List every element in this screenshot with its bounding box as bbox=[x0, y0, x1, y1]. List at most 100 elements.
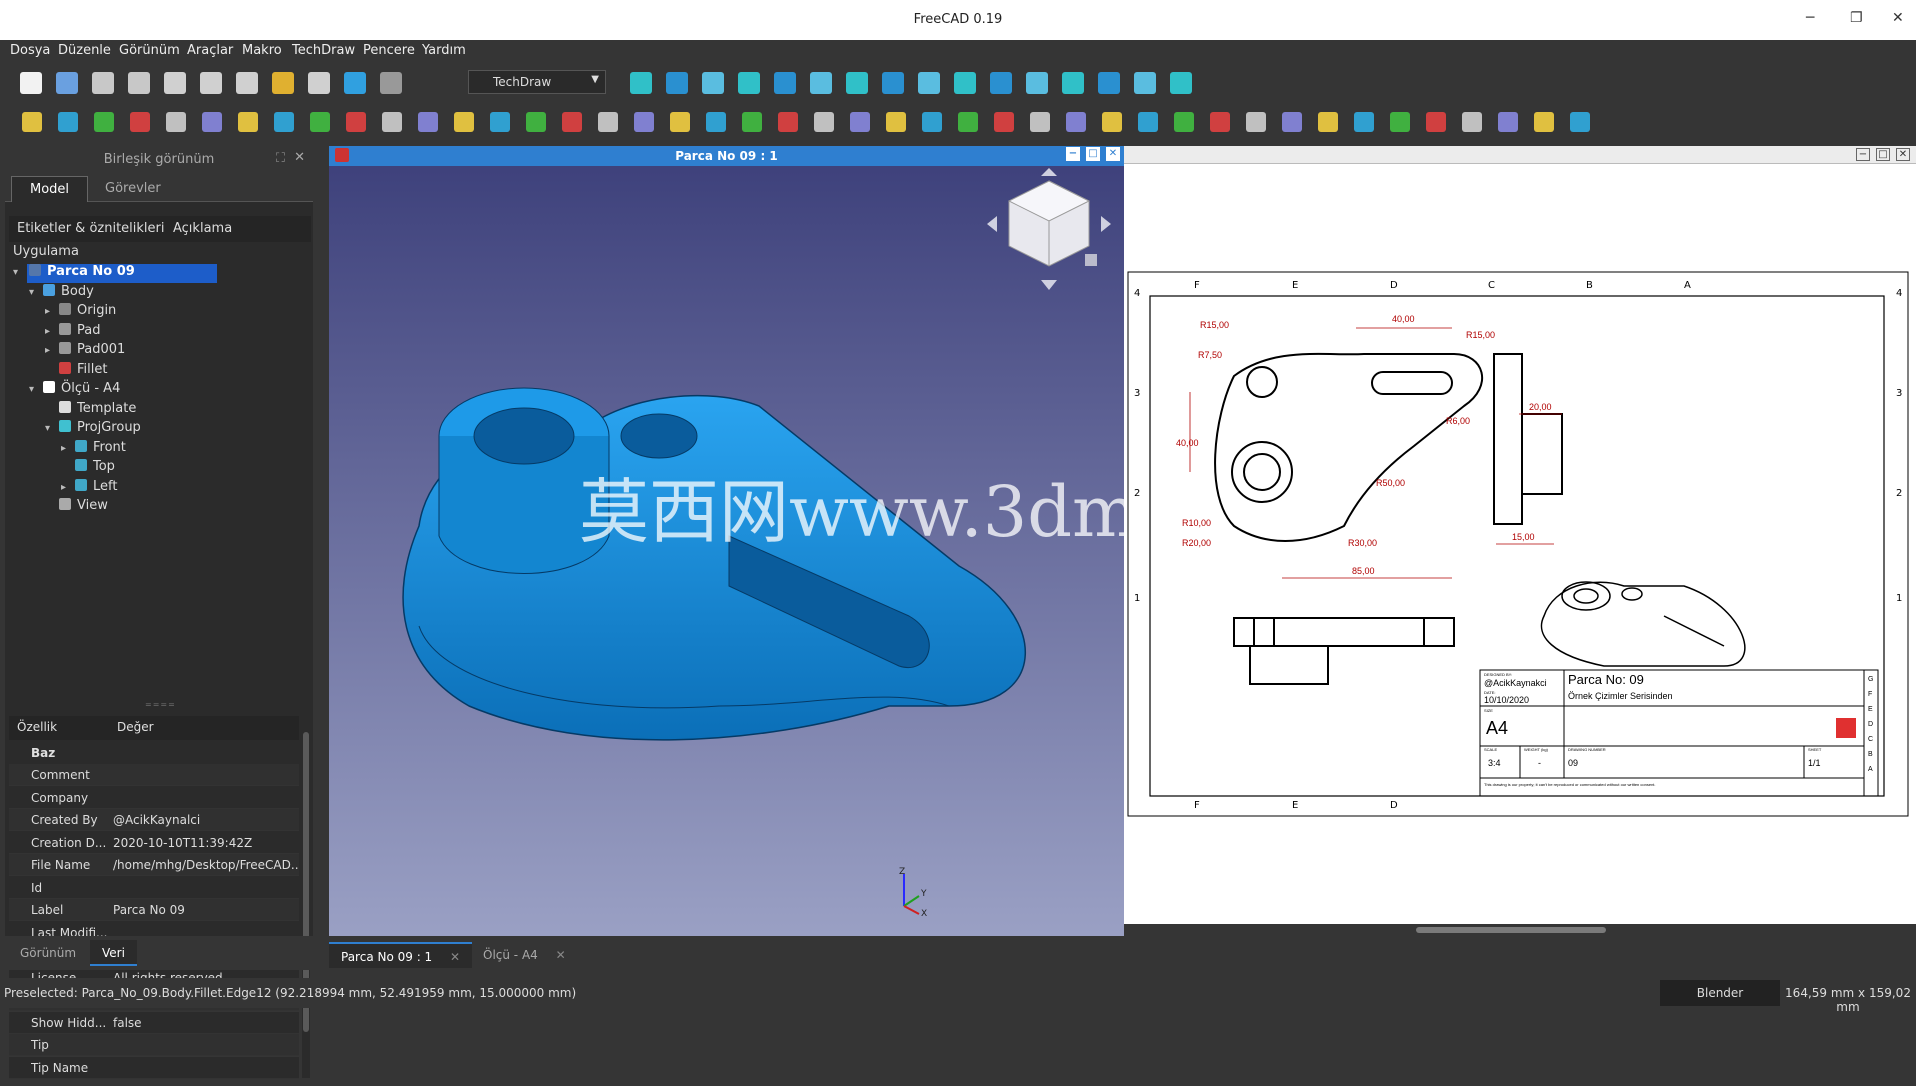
subwindow-maximize-icon[interactable]: □ bbox=[1086, 147, 1100, 161]
property-col-value[interactable]: Değer bbox=[117, 720, 154, 734]
techdraw-tool-7-icon[interactable] bbox=[238, 112, 258, 132]
tree-item[interactable]: Ölçü - A4 bbox=[43, 381, 120, 400]
property-group[interactable]: Baz bbox=[9, 742, 299, 764]
menu-yardim[interactable]: Yardım bbox=[422, 43, 466, 58]
techdraw-tool-43-icon[interactable] bbox=[1534, 112, 1554, 132]
close-icon[interactable]: ✕ bbox=[450, 950, 460, 964]
tree-expander-icon[interactable]: ▸ bbox=[61, 482, 66, 493]
tree-item[interactable]: Pad bbox=[59, 322, 100, 342]
property-row[interactable]: Show Hidd... false bbox=[9, 1011, 299, 1034]
subwindow-minimize-icon[interactable]: − bbox=[1066, 147, 1080, 161]
tab-model[interactable]: Model bbox=[11, 176, 89, 202]
techdraw-tool-44-icon[interactable] bbox=[1570, 112, 1590, 132]
fit-selection-icon[interactable] bbox=[666, 72, 688, 94]
tree-expander-icon[interactable]: ▸ bbox=[45, 306, 50, 317]
navigation-style-button[interactable]: Blender bbox=[1660, 980, 1780, 1006]
tree-item[interactable]: Top bbox=[75, 459, 115, 478]
property-row[interactable]: Tip Name bbox=[9, 1056, 299, 1079]
techdraw-tool-15-icon[interactable] bbox=[526, 112, 546, 132]
techdraw-tool-35-icon[interactable] bbox=[1246, 112, 1266, 132]
page-hscrollbar[interactable] bbox=[1124, 924, 1916, 936]
tree-expander-icon[interactable]: ▾ bbox=[29, 384, 34, 395]
print-icon[interactable] bbox=[128, 72, 150, 94]
property-value[interactable]: 2020-10-10T11:39:42Z bbox=[113, 836, 299, 850]
splitter-handle[interactable]: ==== bbox=[145, 700, 176, 709]
techdraw-tool-11-icon[interactable] bbox=[382, 112, 402, 132]
property-value[interactable]: false bbox=[113, 1016, 299, 1030]
bounding-box-icon[interactable] bbox=[738, 72, 760, 94]
techdraw-tool-2-icon[interactable] bbox=[58, 112, 78, 132]
property-row[interactable]: Tip bbox=[9, 1034, 299, 1056]
menu-gorunum[interactable]: Görünüm bbox=[119, 43, 180, 58]
property-row[interactable]: Comment bbox=[9, 764, 299, 786]
tree-item[interactable]: View bbox=[59, 498, 108, 517]
techdraw-tool-6-icon[interactable] bbox=[202, 112, 222, 132]
tab-gorevler[interactable]: Görevler bbox=[87, 176, 179, 202]
tab-gorunum[interactable]: Görünüm bbox=[8, 940, 88, 966]
techdraw-tool-22-icon[interactable] bbox=[778, 112, 798, 132]
tree-item[interactable]: Body bbox=[43, 283, 94, 303]
tree-expander-icon[interactable]: ▸ bbox=[45, 345, 50, 356]
bottom-icon[interactable] bbox=[1098, 72, 1120, 94]
techdraw-tool-34-icon[interactable] bbox=[1210, 112, 1230, 132]
property-value[interactable]: /home/mhg/Desktop/FreeCAD... bbox=[113, 858, 299, 872]
techdraw-tool-27-icon[interactable] bbox=[958, 112, 978, 132]
techdraw-tool-25-icon[interactable] bbox=[886, 112, 906, 132]
techdraw-tool-10-icon[interactable] bbox=[346, 112, 366, 132]
tree-item[interactable]: Parca No 09 bbox=[27, 264, 217, 283]
techdraw-tool-36-icon[interactable] bbox=[1282, 112, 1302, 132]
techdraw-tool-21-icon[interactable] bbox=[742, 112, 762, 132]
techdraw-tool-26-icon[interactable] bbox=[922, 112, 942, 132]
tree-item[interactable]: Front bbox=[75, 439, 126, 459]
redo-icon[interactable] bbox=[308, 72, 330, 94]
techdraw-tool-9-icon[interactable] bbox=[310, 112, 330, 132]
hscroll-thumb[interactable] bbox=[1416, 927, 1606, 933]
undo-icon[interactable] bbox=[272, 72, 294, 94]
close-button[interactable]: ✕ bbox=[1892, 10, 1904, 26]
techdraw-tool-23-icon[interactable] bbox=[814, 112, 834, 132]
whats-this-icon[interactable] bbox=[380, 72, 402, 94]
minimize-button[interactable]: ─ bbox=[1806, 10, 1814, 26]
techdraw-tool-42-icon[interactable] bbox=[1498, 112, 1518, 132]
copy-icon[interactable] bbox=[200, 72, 222, 94]
measure-icon[interactable] bbox=[1170, 72, 1192, 94]
techdraw-tool-24-icon[interactable] bbox=[850, 112, 870, 132]
new-file-icon[interactable] bbox=[20, 72, 42, 94]
techdraw-tool-41-icon[interactable] bbox=[1462, 112, 1482, 132]
right-icon[interactable] bbox=[1026, 72, 1048, 94]
workbench-selector[interactable]: TechDraw ▼ bbox=[468, 70, 606, 94]
doc-tab-parca[interactable]: Parca No 09 : 1 ✕ bbox=[329, 942, 473, 968]
techdraw-tool-12-icon[interactable] bbox=[418, 112, 438, 132]
techdraw-tool-16-icon[interactable] bbox=[562, 112, 582, 132]
tree-expander-icon[interactable]: ▾ bbox=[13, 267, 18, 278]
doc-tab-olcu[interactable]: Ölçü - A4 ✕ bbox=[471, 942, 578, 968]
techdraw-tool-32-icon[interactable] bbox=[1138, 112, 1158, 132]
menu-dosya[interactable]: Dosya bbox=[10, 43, 50, 58]
techdraw-tool-5-icon[interactable] bbox=[166, 112, 186, 132]
close-icon[interactable]: ✕ bbox=[294, 150, 305, 165]
tree-item[interactable]: Pad001 bbox=[59, 342, 125, 361]
property-row[interactable]: Id bbox=[9, 876, 299, 899]
tree-item[interactable]: ProjGroup bbox=[59, 420, 141, 439]
tree-expander-icon[interactable]: ▸ bbox=[45, 326, 50, 337]
draw-style-icon[interactable] bbox=[702, 72, 724, 94]
techdraw-tool-19-icon[interactable] bbox=[670, 112, 690, 132]
techdraw-tool-18-icon[interactable] bbox=[634, 112, 654, 132]
tree-expander-icon[interactable]: ▾ bbox=[45, 423, 50, 434]
cut-icon[interactable] bbox=[164, 72, 186, 94]
tree-item[interactable]: Origin bbox=[59, 303, 116, 322]
menu-araclar[interactable]: Araçlar bbox=[187, 43, 233, 58]
techdraw-tool-30-icon[interactable] bbox=[1066, 112, 1086, 132]
techdraw-tool-17-icon[interactable] bbox=[598, 112, 618, 132]
open-file-icon[interactable] bbox=[56, 72, 78, 94]
property-row[interactable]: Created By @AcikKaynalci bbox=[9, 809, 299, 831]
zoom-icon[interactable] bbox=[882, 72, 904, 94]
techdraw-tool-13-icon[interactable] bbox=[454, 112, 474, 132]
subwindow-close-icon[interactable]: ✕ bbox=[1106, 147, 1120, 161]
tree-expander-icon[interactable]: ▸ bbox=[61, 443, 66, 454]
navigation-cube[interactable] bbox=[979, 166, 1119, 296]
forward-icon[interactable] bbox=[810, 72, 832, 94]
tree-col-description[interactable]: Açıklama bbox=[173, 221, 232, 236]
front-icon[interactable] bbox=[954, 72, 976, 94]
techdraw-tool-3-icon[interactable] bbox=[94, 112, 114, 132]
